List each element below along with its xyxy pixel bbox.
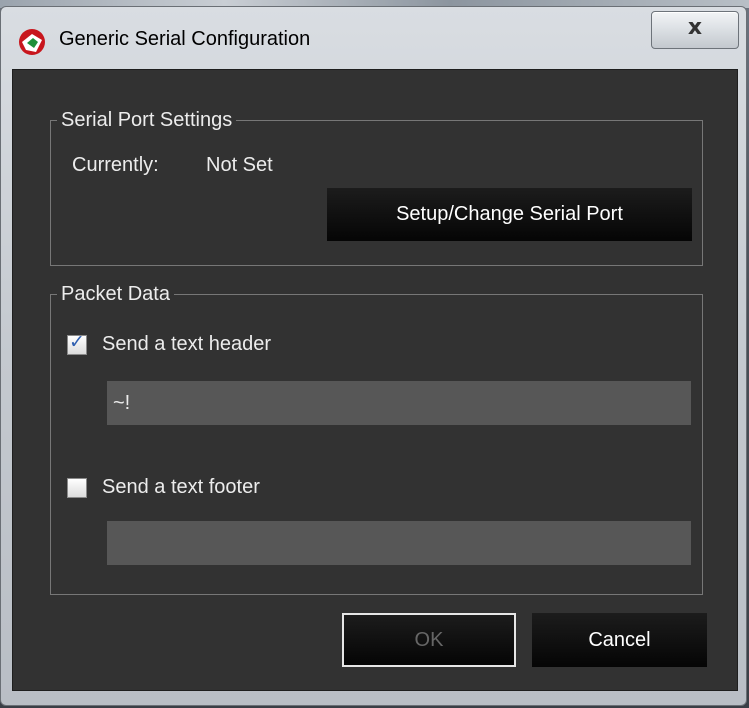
app-icon bbox=[19, 29, 45, 55]
send-footer-label[interactable]: Send a text footer bbox=[102, 475, 260, 499]
serial-port-settings-legend: Serial Port Settings bbox=[57, 108, 237, 132]
close-button[interactable]: x bbox=[651, 11, 739, 49]
footer-text-input[interactable] bbox=[107, 521, 691, 565]
send-header-label[interactable]: Send a text header bbox=[102, 332, 271, 356]
send-footer-checkbox[interactable] bbox=[67, 478, 87, 498]
serial-port-settings-group: Serial Port Settings Currently: Not Set … bbox=[50, 108, 703, 266]
dialog-window: Generic Serial Configuration x Serial Po… bbox=[0, 6, 747, 706]
header-text-input[interactable]: ~! bbox=[107, 381, 691, 425]
send-header-checkbox[interactable]: ✓ bbox=[67, 331, 87, 355]
window-title: Generic Serial Configuration bbox=[59, 28, 311, 50]
setup-serial-port-button[interactable]: Setup/Change Serial Port bbox=[327, 188, 692, 241]
ok-button[interactable]: OK bbox=[342, 613, 516, 667]
checkmark-icon: ✓ bbox=[69, 331, 85, 353]
packet-data-legend: Packet Data bbox=[57, 282, 174, 306]
currently-label: Currently: bbox=[72, 154, 159, 176]
cancel-button[interactable]: Cancel bbox=[532, 613, 707, 667]
current-port-value: Not Set bbox=[206, 154, 273, 176]
close-icon: x bbox=[687, 15, 703, 40]
packet-data-group: Packet Data ✓ Send a text header ~! Send… bbox=[50, 282, 703, 595]
dialog-content: Serial Port Settings Currently: Not Set … bbox=[12, 69, 738, 691]
title-bar[interactable]: Generic Serial Configuration bbox=[1, 7, 746, 65]
